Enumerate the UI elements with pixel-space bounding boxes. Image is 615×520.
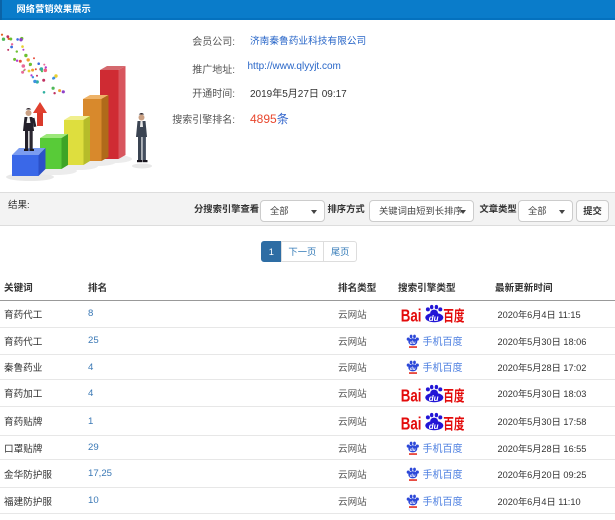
svg-text:手机百度: 手机百度 bbox=[423, 361, 463, 374]
svg-text:百度: 百度 bbox=[443, 307, 464, 323]
svg-text:手机百度: 手机百度 bbox=[423, 335, 463, 348]
svg-text:手机百度: 手机百度 bbox=[423, 442, 463, 455]
svg-text:du: du bbox=[429, 421, 439, 430]
svg-text:手机百度: 手机百度 bbox=[423, 495, 463, 508]
svg-text:du: du bbox=[410, 500, 416, 506]
svg-text:手机百度: 手机百度 bbox=[423, 468, 463, 481]
svg-text:du: du bbox=[410, 473, 416, 479]
svg-text:Bai: Bai bbox=[401, 307, 422, 323]
svg-text:百度: 百度 bbox=[443, 387, 464, 403]
svg-text:du: du bbox=[410, 366, 416, 372]
svg-text:百度: 百度 bbox=[443, 415, 464, 431]
svg-text:du: du bbox=[429, 314, 439, 323]
svg-text:du: du bbox=[410, 340, 416, 346]
svg-text:Bai: Bai bbox=[401, 414, 422, 430]
svg-text:du: du bbox=[410, 447, 416, 453]
svg-text:Bai: Bai bbox=[401, 386, 422, 402]
svg-text:du: du bbox=[429, 394, 439, 403]
